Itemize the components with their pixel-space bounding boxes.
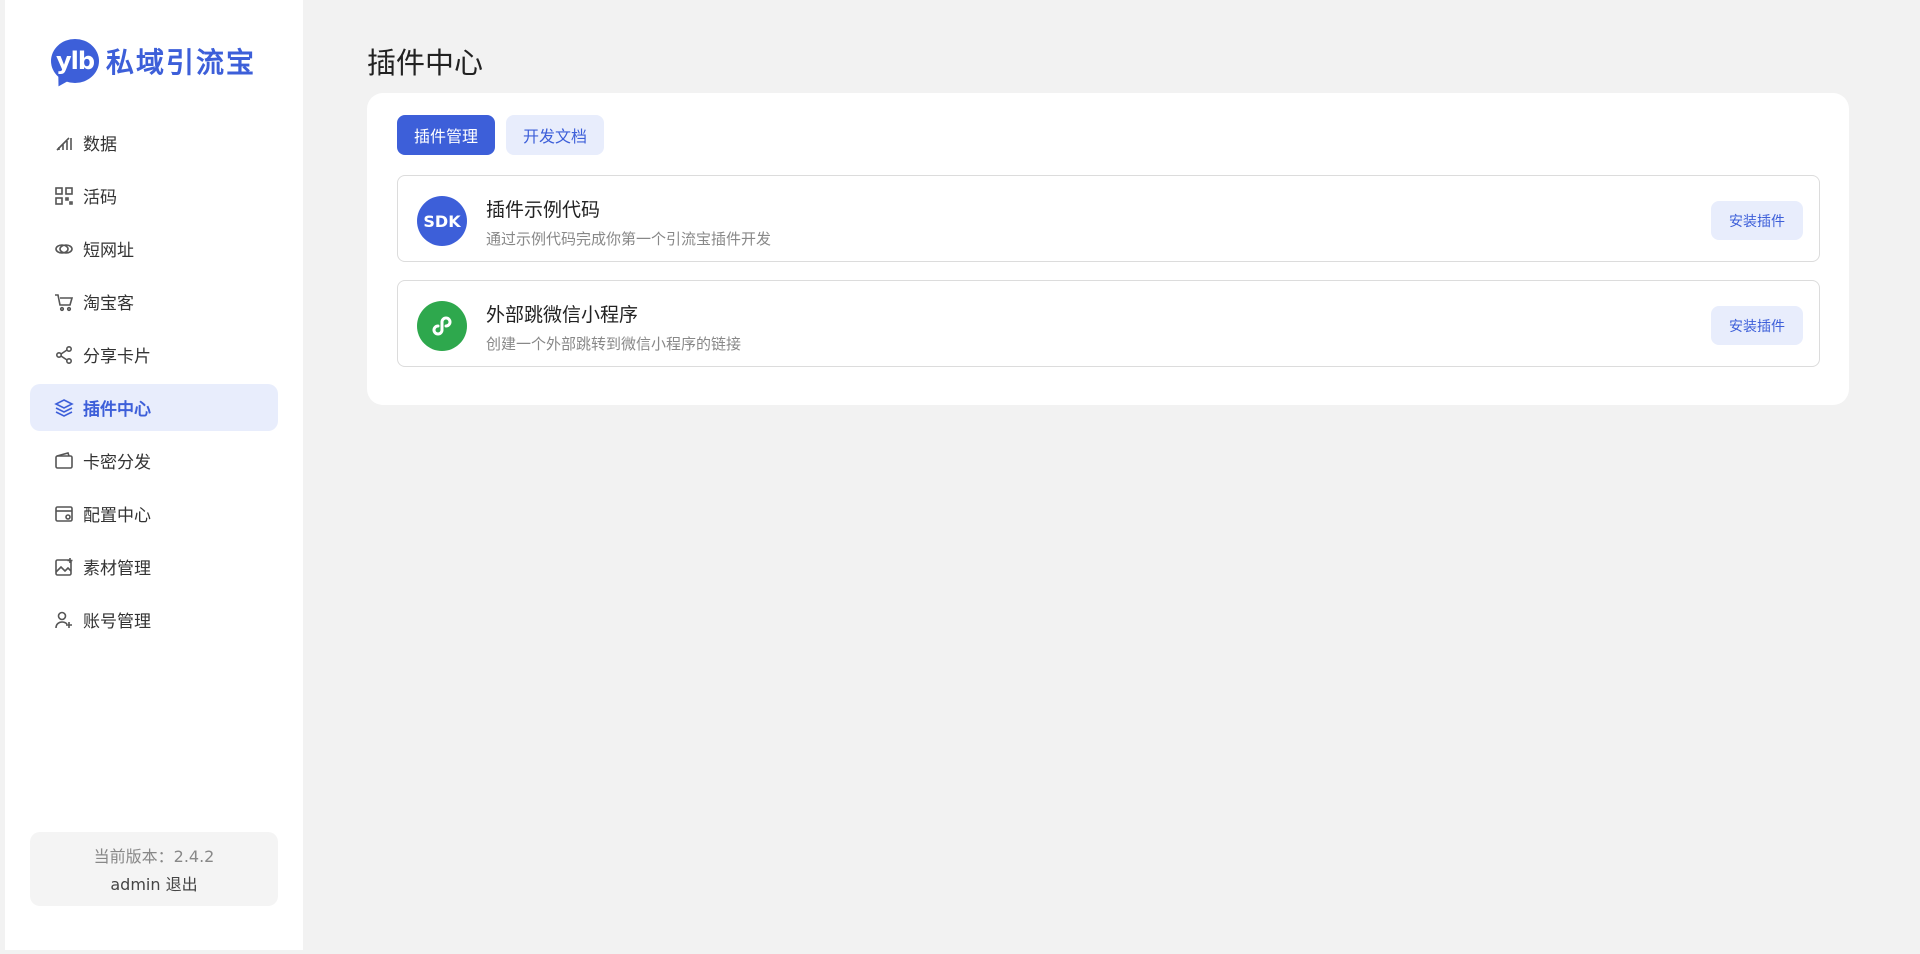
plugin-name: 外部跳微信小程序	[486, 304, 639, 326]
image-icon	[53, 556, 75, 578]
share-icon	[53, 344, 75, 366]
tab-plugin-management[interactable]: 插件管理	[397, 115, 496, 155]
sidebar: ylb 私域引流宝 数据 活码 短网址 淘宝客 分享卡片 插件中心 卡密分发 配…	[5, 0, 303, 950]
tab-dev-docs[interactable]: 开发文档	[506, 115, 605, 155]
install-plugin-button[interactable]: 安装插件	[1711, 201, 1803, 240]
mini-program-icon	[417, 301, 467, 351]
sidebar-item-livecode[interactable]: 活码	[30, 172, 278, 219]
plugin-card: 插件管理 开发文档 SDK 插件示例代码 通过示例代码完成你第一个引流宝插件开发…	[367, 93, 1849, 405]
plugin-item-miniprogram: 外部跳微信小程序 创建一个外部跳转到微信小程序的链接 安装插件	[397, 280, 1820, 367]
plugin-name: 插件示例代码	[486, 199, 601, 221]
version-text: 当前版本：2.4.2	[93, 847, 215, 866]
wallet-icon	[53, 450, 75, 472]
sidebar-item-label: 数据	[83, 135, 117, 155]
user-info: admin 退出	[110, 871, 197, 895]
plugin-description: 通过示例代码完成你第一个引流宝插件开发	[486, 230, 772, 248]
page-title: 插件中心	[367, 46, 484, 80]
install-plugin-button[interactable]: 安装插件	[1711, 306, 1803, 345]
sidebar-item-card-key[interactable]: 卡密分发	[30, 437, 278, 484]
brand-name: 私域引流宝	[106, 46, 257, 79]
username: admin	[110, 875, 161, 894]
sidebar-item-label: 素材管理	[83, 559, 151, 579]
layers-icon	[53, 397, 75, 419]
tab-bar: 插件管理 开发文档	[397, 115, 615, 155]
logout-link[interactable]: 退出	[166, 875, 198, 894]
chart-icon	[53, 132, 75, 154]
sidebar-item-label: 插件中心	[83, 400, 151, 420]
sdk-icon: SDK	[417, 196, 467, 246]
sidebar-item-label: 配置中心	[83, 506, 151, 526]
sidebar-item-materials[interactable]: 素材管理	[30, 543, 278, 590]
sidebar-item-label: 短网址	[83, 241, 134, 261]
cart-icon	[53, 291, 75, 313]
brand-logo[interactable]: ylb 私域引流宝	[51, 37, 256, 85]
sidebar-item-config-center[interactable]: 配置中心	[30, 490, 278, 537]
link-icon	[53, 238, 75, 260]
sidebar-item-data[interactable]: 数据	[30, 119, 278, 166]
user-add-icon	[53, 609, 75, 631]
version-panel: 当前版本：2.4.2 admin 退出	[30, 832, 278, 906]
sidebar-item-taobaoke[interactable]: 淘宝客	[30, 278, 278, 325]
settings-window-icon	[53, 503, 75, 525]
plugin-description: 创建一个外部跳转到微信小程序的链接	[486, 335, 742, 353]
sidebar-item-label: 卡密分发	[83, 453, 151, 473]
sidebar-nav: 数据 活码 短网址 淘宝客 分享卡片 插件中心 卡密分发 配置中心 素材管理 账…	[30, 119, 278, 649]
sidebar-item-shorturl[interactable]: 短网址	[30, 225, 278, 272]
sidebar-item-share-card[interactable]: 分享卡片	[30, 331, 278, 378]
sidebar-item-accounts[interactable]: 账号管理	[30, 596, 278, 643]
sidebar-item-label: 淘宝客	[83, 294, 134, 314]
plugin-item-sdk: SDK 插件示例代码 通过示例代码完成你第一个引流宝插件开发 安装插件	[397, 175, 1820, 262]
logo-badge: ylb	[51, 39, 99, 83]
app-root: ylb 私域引流宝 数据 活码 短网址 淘宝客 分享卡片 插件中心 卡密分发 配…	[0, 0, 1920, 954]
sidebar-item-label: 活码	[83, 188, 117, 208]
qrcode-icon	[53, 185, 75, 207]
sidebar-item-label: 分享卡片	[83, 347, 151, 367]
sidebar-item-plugin-center[interactable]: 插件中心	[30, 384, 278, 431]
sidebar-item-label: 账号管理	[83, 612, 151, 632]
